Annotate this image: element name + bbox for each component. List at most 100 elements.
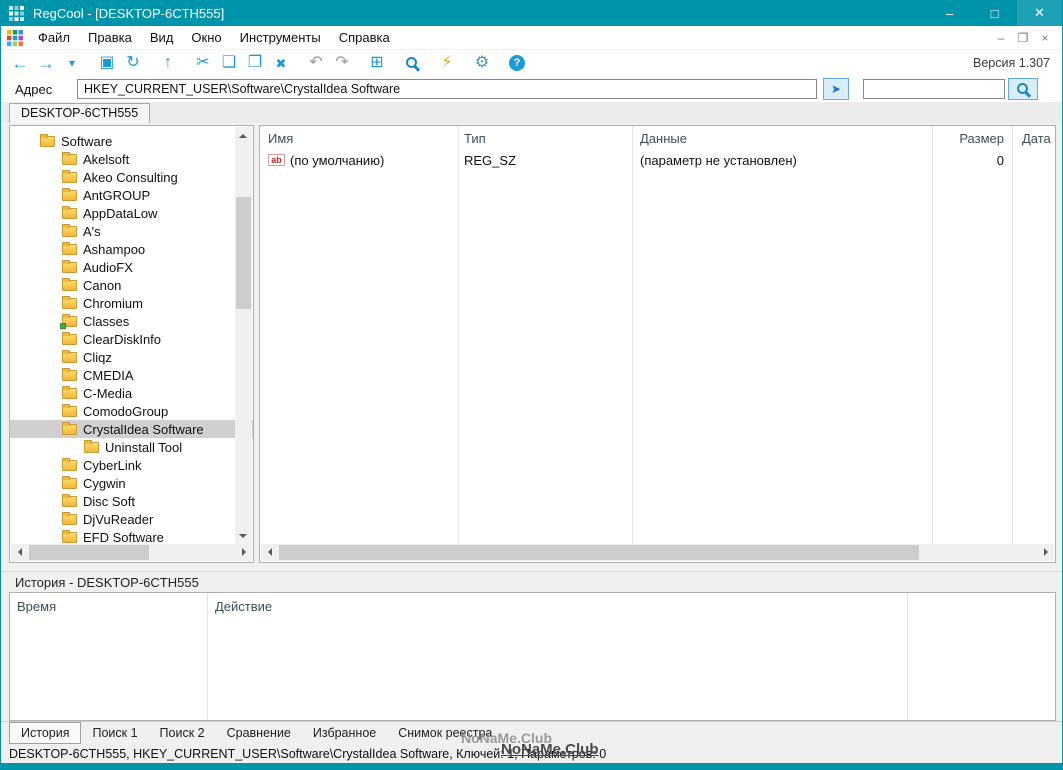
scroll-right-icon[interactable] (1037, 544, 1054, 561)
column-header-размер[interactable]: Размер (932, 126, 1012, 150)
menu-item-правка[interactable]: Правка (79, 27, 141, 48)
menu-item-файл[interactable]: Файл (29, 27, 79, 48)
menu-item-справка[interactable]: Справка (330, 27, 399, 48)
tree-item-label: Canon (83, 277, 122, 293)
scroll-left-icon[interactable] (261, 544, 278, 561)
tree-item-crystalidea-software[interactable]: CrystalIdea Software (10, 420, 253, 438)
menu-item-вид[interactable]: Вид (141, 27, 183, 48)
paste-icon[interactable]: ❐ (242, 51, 268, 75)
string-value-icon: ab (268, 154, 285, 166)
tree-horizontal-scrollbar[interactable] (11, 544, 252, 561)
scroll-right-icon[interactable] (235, 544, 252, 561)
quick-search-input[interactable] (863, 79, 1005, 99)
help-icon[interactable] (504, 51, 530, 75)
app-menu-icon[interactable] (7, 29, 23, 46)
tree-vertical-scrollbar[interactable] (235, 127, 252, 544)
redo-icon[interactable]: ↷ (329, 51, 355, 75)
tree-item-software[interactable]: Software (10, 132, 253, 150)
tree-item-c-media[interactable]: C-Media (10, 384, 253, 402)
tree-item-akeo-consulting[interactable]: Akeo Consulting (10, 168, 253, 186)
refresh-icon[interactable]: ↻ (120, 51, 146, 75)
delete-icon[interactable]: ✖ (268, 51, 294, 75)
undo-icon[interactable]: ↶ (303, 51, 329, 75)
values-hscroll-thumb[interactable] (279, 545, 919, 560)
tree-item-akelsoft[interactable]: Akelsoft (10, 150, 253, 168)
tree-item-comodogroup[interactable]: ComodoGroup (10, 402, 253, 420)
bottom-tab-сравнение[interactable]: Сравнение (216, 723, 302, 743)
search-icon[interactable] (399, 51, 425, 75)
mdi-close-button[interactable]: × (1034, 29, 1056, 47)
quick-search-button[interactable] (1008, 78, 1038, 100)
column-header-данные[interactable]: Данные (632, 126, 932, 150)
bottom-tab-избранное[interactable]: Избранное (302, 723, 387, 743)
tree-item-cliqz[interactable]: Cliqz (10, 348, 253, 366)
scroll-left-icon[interactable] (11, 544, 28, 561)
scroll-up-icon[interactable] (235, 127, 252, 144)
settings-gear-icon[interactable]: ⚙ (469, 51, 495, 75)
tab-strip: DESKTOP-6CTH555 (1, 102, 1062, 123)
maximize-button[interactable]: □ (972, 0, 1017, 26)
new-window-icon[interactable]: ⊞ (364, 51, 390, 75)
back-icon[interactable]: ← (7, 51, 33, 75)
tab-desktop-6cth555[interactable]: DESKTOP-6CTH555 (9, 103, 151, 123)
mdi-minimize-button[interactable]: – (990, 29, 1012, 47)
menu-item-окно[interactable]: Окно (182, 27, 230, 48)
value-date (1012, 150, 1055, 170)
tree-item-label: AntGROUP (83, 187, 151, 203)
menu-items: Файл Правка Вид Окно Инструменты Справка (29, 27, 399, 48)
column-header-дата[interactable]: Дата (1012, 126, 1055, 150)
column-header-тип[interactable]: Тип (458, 126, 632, 150)
tree-item-audiofx[interactable]: AudioFX (10, 258, 253, 276)
tree-item-ashampoo[interactable]: Ashampoo (10, 240, 253, 258)
tree-item-djvureader[interactable]: DjVuReader (10, 510, 253, 528)
bottom-tab-поиск-2[interactable]: Поиск 2 (149, 723, 216, 743)
nav-history-dropdown-icon[interactable]: ▾ (59, 51, 85, 75)
toolbar-separator (181, 50, 190, 76)
copy-icon[interactable]: ❏ (216, 51, 242, 75)
registry-value-row[interactable]: ab (по умолчанию) REG_SZ (параметр не устан… (260, 150, 1055, 170)
tree-item-appdatalow[interactable]: AppDataLow (10, 204, 253, 222)
column-header-имя[interactable]: Имя (260, 126, 458, 150)
folder-icon (62, 277, 77, 291)
tree-item-antgroup[interactable]: AntGROUP (10, 186, 253, 204)
folder-icon (62, 385, 77, 399)
titlebar[interactable]: RegCool - [DESKTOP-6CTH555] – □ ✕ (1, 0, 1062, 26)
values-horizontal-scrollbar[interactable] (261, 544, 1054, 561)
jump-flash-icon[interactable]: ⚡ (434, 51, 460, 75)
history-column-действие[interactable]: Действие (207, 593, 907, 619)
tree-hscroll-thumb[interactable] (29, 545, 149, 560)
close-button[interactable]: ✕ (1017, 0, 1062, 26)
scroll-down-icon[interactable] (235, 527, 252, 544)
bottom-tab-поиск-1[interactable]: Поиск 1 (81, 723, 148, 743)
tree-item-cyberlink[interactable]: CyberLink (10, 456, 253, 474)
mdi-restore-button[interactable]: ❐ (1012, 29, 1034, 47)
tree-item-canon[interactable]: Canon (10, 276, 253, 294)
tree-item-classes[interactable]: Classes (10, 312, 253, 330)
cut-icon[interactable]: ✂ (190, 51, 216, 75)
tree-item-label: Chromium (83, 295, 143, 311)
parent-key-icon[interactable]: ↑ (155, 51, 181, 75)
toolbar-separator (390, 50, 399, 76)
tree-item-cmedia[interactable]: CMEDIA (10, 366, 253, 384)
tree-item-a-s[interactable]: A's (10, 222, 253, 240)
forward-icon[interactable]: → (33, 51, 59, 75)
tree-item-cygwin[interactable]: Cygwin (10, 474, 253, 492)
address-go-button[interactable]: ➤ (823, 78, 849, 100)
menu-item-инструменты[interactable]: Инструменты (231, 27, 330, 48)
tree-item-label: DjVuReader (83, 511, 154, 527)
minimize-button[interactable]: – (927, 0, 972, 26)
tree-item-chromium[interactable]: Chromium (10, 294, 253, 312)
app-logo-icon (9, 5, 24, 21)
folder-icon (62, 241, 77, 255)
column-divider (458, 126, 459, 545)
history-column-время[interactable]: Время (10, 593, 207, 619)
address-input[interactable] (77, 79, 817, 99)
tree-item-cleardiskinfo[interactable]: ClearDiskInfo (10, 330, 253, 348)
bottom-tab-снимок-реестра[interactable]: Снимок реестра (387, 723, 503, 743)
bottom-tab-история[interactable]: История (9, 722, 82, 744)
remote-computer-icon[interactable]: ▣ (94, 51, 120, 75)
tree-scroll-thumb[interactable] (236, 197, 251, 309)
tree-item-disc-soft[interactable]: Disc Soft (10, 492, 253, 510)
tree-item-uninstall-tool[interactable]: Uninstall Tool (10, 438, 253, 456)
toolbar: ←→▾ ▣↻ ↑ ✂❏❐✖ ↶↷ ⊞ ⚡ ⚙ Версия 1.307 (1, 50, 1062, 76)
